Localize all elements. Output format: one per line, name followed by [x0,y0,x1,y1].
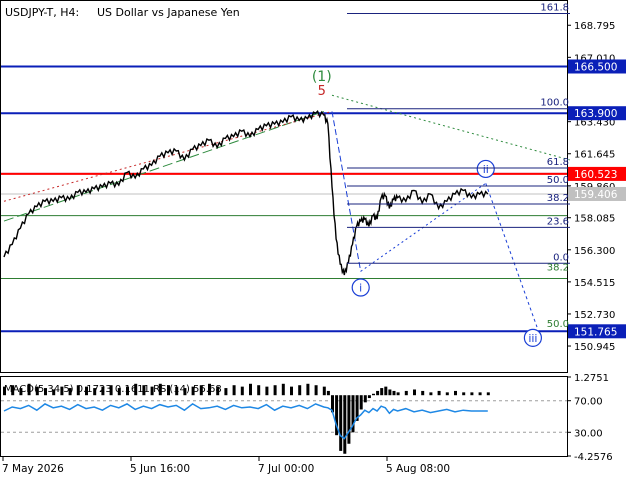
macd-bar [462,392,466,396]
macd-bar [372,393,375,396]
price-chart[interactable]: USDJPY-T, H4: US Dollar vs Japanese Yen … [0,0,640,480]
macd-bar [478,392,482,396]
price-tick-label: 154.515 [574,278,615,289]
macd-bar [388,389,392,396]
wave-label: i [359,282,362,295]
macd-bar [326,390,330,396]
price-tick-label: 152.730 [574,310,615,321]
fib-label: 50.0 [547,175,569,186]
wave-label: 5 [318,84,326,99]
fib-lower-label: 38.2 [547,262,569,273]
time-tick-label: 7 Jul 00:00 [258,463,314,475]
level-tag-label: 160.523 [574,169,617,181]
fib-label: 61.8 [547,157,569,168]
macd-bar [322,386,326,396]
level-tag-label: 159.406 [574,189,618,201]
fib-label: 100.0 [540,98,569,109]
macd-bar [347,395,351,444]
wave-label: iii [528,332,537,345]
macd-bar [240,386,244,396]
macd-bar [343,395,347,454]
macd-bar [314,385,318,396]
macd-bar [281,383,285,396]
time-tick-label: 7 May 2026 [2,463,64,475]
price-axis: 168.795167.010163.430161.645159.860158.0… [567,21,626,353]
macd-bar [486,392,490,396]
macd-bar [396,392,400,396]
level-tag-label: 166.500 [574,61,617,73]
indicator-tick-label: 30.00 [574,428,603,439]
macd-bar [265,386,269,396]
price-tick-label: 158.085 [574,214,615,225]
macd-bar [339,395,343,451]
macd-bar [413,389,416,396]
macd-bar [421,390,425,396]
wave-label: (1) [312,69,332,85]
macd-bar [363,395,367,403]
price-tick-label: 161.645 [574,150,615,161]
macd-bar [367,395,371,399]
indicator-tick-label: -4.2576 [574,452,613,463]
fib-label: 161.8 [540,2,569,13]
macd-bar [404,390,408,396]
macd-bar [437,390,441,396]
macd-bar [454,390,457,396]
macd-bar [273,385,277,396]
macd-bar [306,383,310,396]
macd-bar [249,383,252,396]
time-tick-label: 5 Jun 16:00 [130,463,190,475]
macd-bar [445,392,449,396]
macd-bar [298,385,302,396]
wave-label: ii [483,163,489,176]
level-tag-label: 151.765 [574,326,617,338]
macd-bar [224,388,228,396]
macd-bar [380,388,384,396]
macd-bar [429,392,433,396]
indicator-tick-label: 70.00 [574,397,603,408]
price-tick-label: 168.795 [574,21,615,32]
macd-bar [392,390,396,396]
fib-label: 23.6 [547,216,569,227]
macd-bar [376,390,380,396]
time-tick-label: 5 Aug 08:00 [386,463,450,475]
macd-bar [257,385,261,396]
macd-bar [359,395,363,410]
level-tag-label: 163.900 [574,108,617,120]
price-tick-label: 156.300 [574,246,615,257]
macd-bar [384,386,388,396]
macd-bar [290,386,293,396]
chart-symbol: USDJPY-T, H4: [5,6,79,19]
indicator-label: MACD(5,34,5) 0.1723 0.1611 RSI(14) 56.68 [4,384,222,395]
time-axis: 7 May 2026 5 Jun 16:00 7 Jul 00:00 5 Aug 08… [2,456,450,475]
fib-lower-label: 50.0 [547,319,569,330]
indicator-tick-label: 1.2751 [574,373,609,384]
macd-bar [232,385,236,396]
macd-bar [470,392,474,396]
fib-label: 38.2 [547,193,569,204]
price-tick-label: 150.945 [574,342,615,353]
chart-description: US Dollar vs Japanese Yen [97,6,240,19]
